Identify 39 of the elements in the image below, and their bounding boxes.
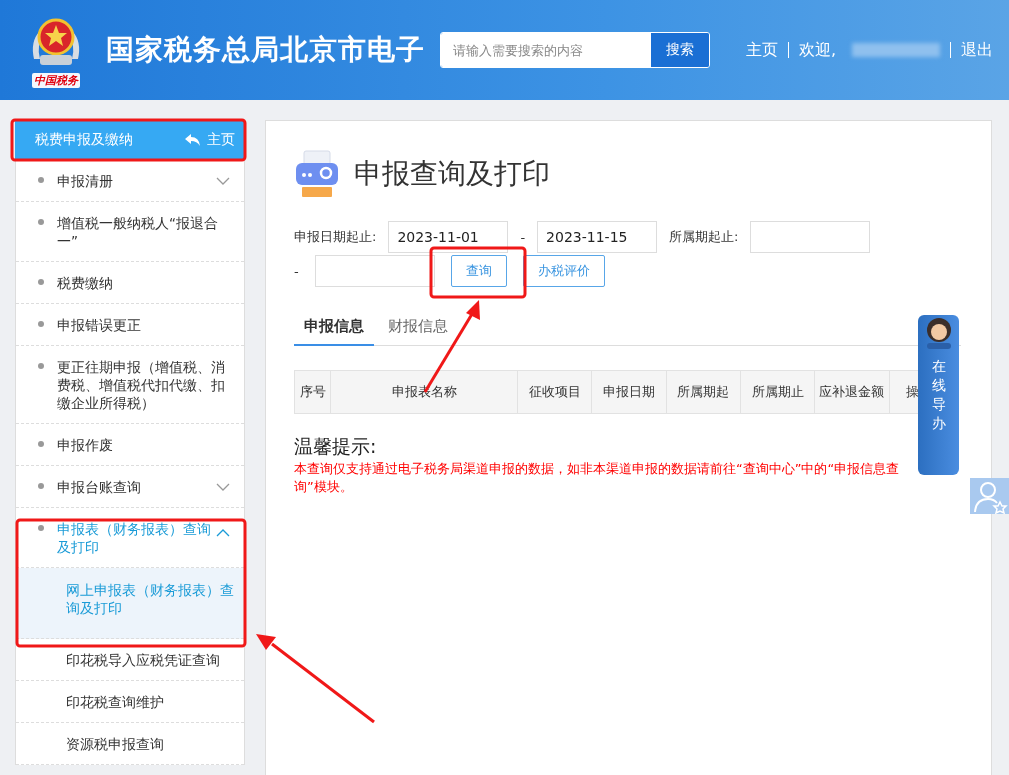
site-title: 国家税务总局北京市电子 (106, 32, 426, 68)
menu-item[interactable]: 申报错误更正 (16, 304, 244, 346)
column-header: 所属期止 (740, 370, 815, 414)
menu-item[interactable]: 税费缴纳 (16, 262, 244, 304)
column-header: 应补退金额 (814, 370, 890, 414)
tip-heading: 温馨提示: (294, 434, 378, 459)
menu-item[interactable]: 更正往期申报（增值税、消费税、增值税代扣代缴、扣缴企业所得税） (16, 346, 244, 424)
column-header: 申报表名称 (330, 370, 518, 414)
range-dash: - (520, 229, 526, 245)
menu-item[interactable]: 申报作废 (16, 424, 244, 466)
menu-item[interactable]: 申报台账查询 (16, 466, 244, 508)
range-dash: - (294, 263, 299, 279)
menu-item[interactable]: 申报清册 (16, 160, 244, 202)
printer-search-icon (294, 149, 340, 199)
tab[interactable]: 申报信息 (294, 311, 374, 346)
submenu-item[interactable]: 印花税查询维护 (16, 681, 244, 723)
field-label: 申报日期起止: (294, 228, 377, 246)
field-label: 所属期起止: (669, 228, 739, 246)
search-button[interactable]: 搜索 (651, 33, 709, 67)
online-guide-button[interactable]: 在线导办 (918, 315, 959, 475)
tab[interactable]: 财报信息 (378, 311, 458, 346)
date-field[interactable]: 2023-11-01 (388, 221, 509, 253)
sidebar-title: 税费申报及缴纳 (35, 131, 133, 149)
submenu-item[interactable]: 资源税申报查询 (16, 723, 244, 765)
date-field[interactable]: 2023-11-15 (537, 221, 658, 253)
tip-text: 本查询仅支持通过电子税务局渠道申报的数据，如非本渠道申报的数据请前往“查询中心”中的“申报信息查询”模块。 (294, 460, 901, 496)
column-header: 申报日期 (591, 370, 667, 414)
submenu-item[interactable]: 印花税导入应税凭证查询 (16, 639, 244, 681)
search-field[interactable]: 请输入需要搜索的内容 搜索 (440, 32, 710, 68)
back-icon (185, 133, 201, 147)
column-header: 所属期起 (666, 370, 741, 414)
column-header: 征收项目 (517, 370, 592, 414)
welcome-text: 欢迎, (798, 39, 836, 61)
period-field[interactable] (750, 221, 871, 253)
column-header: 序号 (294, 370, 331, 414)
period-field[interactable] (314, 255, 435, 287)
menu-item[interactable]: 增值税一般纳税人“报退合一” (16, 202, 244, 262)
logo-caption: 中国税务 (32, 72, 80, 88)
page-title: 申报查询及打印 (354, 156, 550, 192)
